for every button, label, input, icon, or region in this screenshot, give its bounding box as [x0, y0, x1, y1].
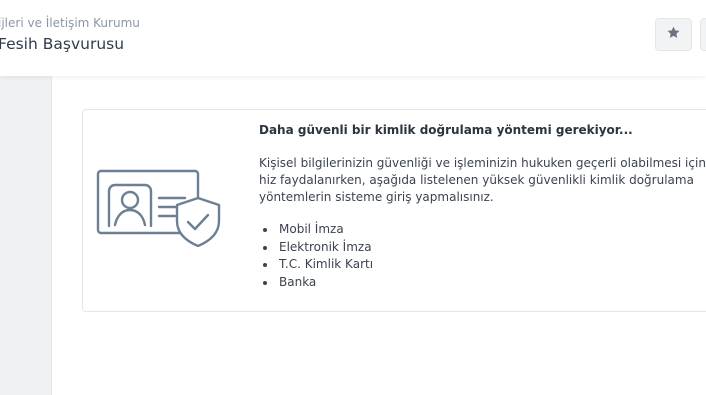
notice-body: Kişisel bilgilerinizin güvenliği ve işle… [259, 156, 706, 204]
id-card-shield-icon [95, 167, 221, 248]
notice-card: Daha güvenli bir kimlik doğrulama yöntem… [82, 109, 706, 312]
sidebar [0, 76, 52, 395]
list-item: Mobil İmza [277, 221, 373, 239]
list-item: Elektronik İmza [277, 239, 373, 257]
auth-methods-list: Mobil İmza Elektronik İmza T.C. Kimlik K… [259, 221, 373, 291]
list-item: Banka [277, 274, 373, 292]
breadcrumb[interactable]: ijleri ve İletişim Kurumu [0, 16, 140, 30]
favorite-button[interactable] [655, 18, 692, 51]
page-title: Fesih Başvurusu [0, 35, 125, 53]
list-item: T.C. Kimlik Kartı [277, 256, 373, 274]
page-header: ijleri ve İletişim Kurumu Fesih Başvurus… [0, 0, 706, 76]
star-icon [666, 25, 681, 44]
header-action-button[interactable] [700, 18, 706, 51]
notice-heading: Daha güvenli bir kimlik doğrulama yöntem… [259, 123, 633, 137]
